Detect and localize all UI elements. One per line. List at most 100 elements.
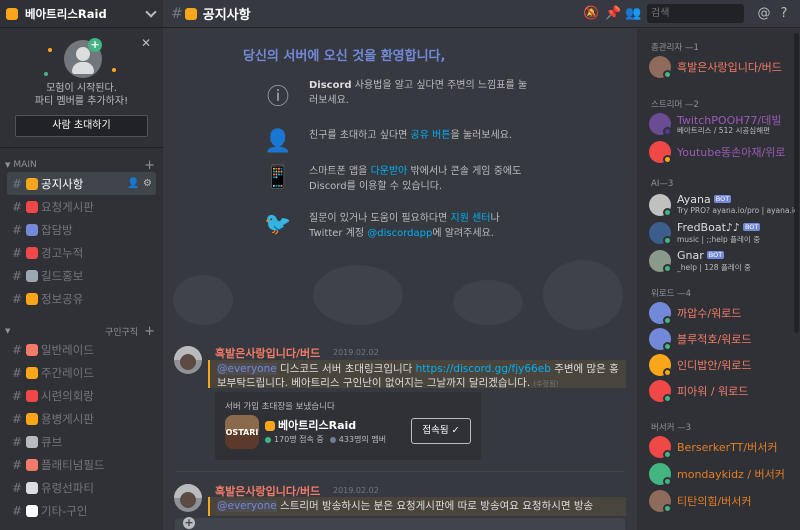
channel-emoji-icon [26,366,38,379]
channel-hash-icon: # [12,365,23,380]
channel-emoji-icon [26,343,38,356]
twitter-link[interactable]: @discordapp [367,228,432,239]
member-activity: Try PRO? ayana.io/pro | ayana.io [677,206,795,215]
status-indicator-icon [663,70,672,79]
channel-label: 주간레이드 [41,365,94,380]
channel-item[interactable]: # 잡담방 [7,218,156,241]
search-input[interactable]: 검색 [647,4,744,23]
download-link[interactable]: 다운받아 [371,166,408,177]
channel-emoji-icon [26,200,38,213]
channel-item[interactable]: # 플래티넘필드 [7,453,156,476]
member-item[interactable]: mondaykidz / 버서커 [649,462,794,486]
online-dot-icon [265,436,271,443]
channel-item[interactable]: # 용병게시판 [7,407,156,430]
upload-plus-icon[interactable]: + [183,517,195,529]
member-list-scrollbar[interactable] [794,33,799,333]
message-author[interactable]: 흑발은사랑입니다/버드 [215,345,320,361]
members-icon[interactable]: 👥 [625,6,641,22]
member-item[interactable]: 까압수/워로드 [649,301,794,325]
add-channel-icon[interactable]: + [144,324,155,339]
member-item[interactable]: 인디밥안/워로드 [649,353,794,377]
pin-icon[interactable]: 📌 [605,6,621,22]
channel-hash-icon: # [12,268,23,283]
avatar[interactable] [174,484,202,512]
member-name: BerserkerTT/버서커 [677,441,778,454]
channel-item[interactable]: # 정보공유 [7,287,156,310]
channel-title: 공지사항 [202,8,251,23]
invite-link[interactable]: https://discord.gg/fjy66eb [416,363,551,375]
channel-label: 기타-구인 [41,503,88,518]
channel-hash-icon: # [12,291,23,306]
category-main[interactable]: ▼ MAIN + [0,158,163,173]
message-area: 당신의 서버에 오신 것을 환영합니다, ⓘ Discord 사용법을 알고 싶… [163,29,637,516]
channel-item[interactable]: # 유령선파티 [7,476,156,499]
channel-emoji-icon [26,269,38,282]
smartphone-icon: 📱 [264,165,292,190]
channel-item[interactable]: # 공지사항 👤 ⚙ [7,172,156,195]
server-header[interactable]: 베아트리스Raid [0,0,163,28]
channel-emoji-icon [26,504,38,517]
channel-hash-icon: # [12,222,23,237]
channel-label: 큐브 [41,434,63,449]
member-item[interactable]: 흑발은사랑입니다/버드 [649,55,794,79]
channel-item[interactable]: # 길드홍보 [7,264,156,287]
at-icon[interactable]: @ [756,6,772,22]
joined-button[interactable]: 접속됨 ✓ [411,418,471,444]
channel-item[interactable]: # 요청게시판 [7,195,156,218]
add-icon: + [88,38,102,52]
bell-emoji-icon [184,7,197,20]
help-icon[interactable]: ? [776,6,792,22]
everyone-mention[interactable]: @everyone [217,363,277,375]
member-group-header: 총관리자 —1 [651,43,699,53]
channel-settings-icon[interactable]: 👤 ⚙ [127,178,156,189]
channel-hash-icon: # [171,5,183,22]
message-input[interactable]: + [175,517,625,530]
status-indicator-icon [663,394,672,403]
channel-item[interactable]: # 경고누적 [7,241,156,264]
server-emoji-icon [265,421,275,431]
everyone-mention[interactable]: @everyone [217,500,277,512]
exclamation-icon: ⓘ [266,85,289,110]
member-item[interactable]: Ayana BOT Try PRO? ayana.io/pro | ayana.io [649,193,795,217]
check-icon: ✓ [451,425,460,436]
channel-emoji-icon [26,177,38,190]
member-item[interactable]: Gnar BOT _help | 128 플레이 중 [649,249,794,273]
bot-badge: BOT [742,223,761,231]
message-timestamp: 2019.02.02 [333,348,379,357]
channel-hash-icon: # [12,245,23,260]
avatar[interactable] [174,346,202,374]
member-name: 블루적호/워로드 [677,333,752,346]
member-item[interactable]: 블루적호/워로드 [649,327,794,351]
member-activity: 베아트리스 / 512 시공심해편 [677,126,770,135]
channel-item[interactable]: # 일반레이드 [7,338,156,361]
mute-icon[interactable]: 🔕 [583,6,599,22]
member-item[interactable]: TwitchPOOH77/데빌 베아트리스 / 512 시공심해편 [649,112,794,136]
category-recruit[interactable]: ▼ 구인구직 + [0,324,163,339]
add-channel-icon[interactable]: + [144,158,155,173]
member-item[interactable]: 피아워 / 워로드 [649,379,794,403]
channel-item[interactable]: # 시련의회랑 [7,384,156,407]
invite-people-button[interactable]: 사람 초대하기 [15,115,148,137]
welcome-title: 당신의 서버에 오신 것을 환영합니다, [243,49,446,64]
invite-panel: ✕ + 모험이 시작된다. 파티 멤버를 추가하자! 사람 초대하기 [0,28,163,148]
member-name: mondaykidz / 버서커 [677,468,785,481]
channel-label: 요청게시판 [41,199,94,214]
member-item[interactable]: BerserkerTT/버서커 [649,435,794,459]
status-indicator-icon [663,236,672,245]
channel-emoji-icon [26,292,38,305]
member-list: 총관리자 —1 흑발은사랑입니다/버드 스트리머 —2 TwitchPOOH77/데빌… [637,29,800,530]
member-item[interactable]: Youtube똥손아재/위로 [649,140,794,164]
member-item[interactable]: FredBoat♪♪ BOT music | ;;help 플레이 중 [649,221,794,245]
support-center-link[interactable]: 지원 센터 [451,213,491,224]
message-input-bar: + [163,516,637,530]
member-item[interactable]: 티탄의힘/버서커 [649,489,794,513]
status-indicator-icon [663,208,672,217]
channel-item[interactable]: # 큐브 [7,430,156,453]
close-icon[interactable]: ✕ [141,36,151,50]
channel-emoji-icon [26,458,38,471]
channel-item[interactable]: # 기타-구인 [7,499,156,522]
channel-item[interactable]: # 주간레이드 [7,361,156,384]
member-name: FredBoat♪♪ [677,221,740,234]
server-icon[interactable]: OSTARI [225,415,259,449]
share-button-link[interactable]: 공유 버튼 [411,130,451,141]
